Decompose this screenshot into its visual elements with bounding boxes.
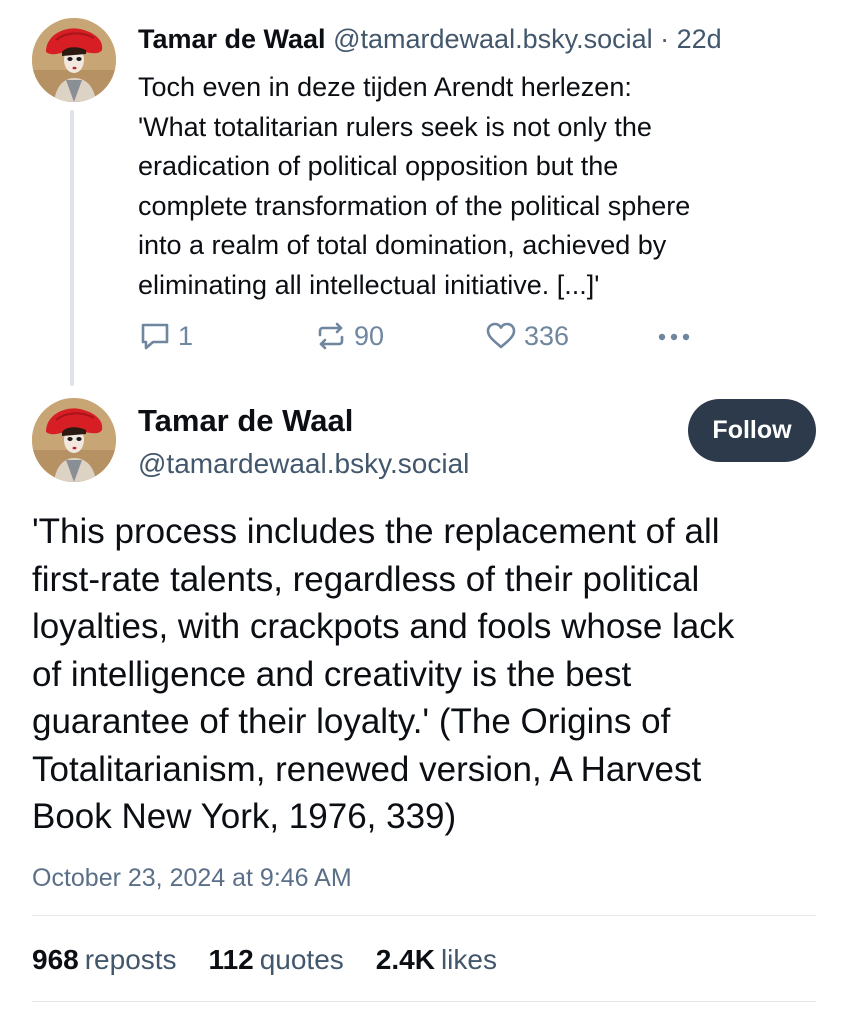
follow-button[interactable]: Follow <box>688 399 816 462</box>
quotes-label: quotes <box>259 944 344 975</box>
like-count: 336 <box>524 320 570 351</box>
parent-post-text[interactable]: Toch even in deze tijden Arendt herlezen… <box>138 68 828 305</box>
thread-connector-line <box>70 110 74 386</box>
main-post-text: 'This process includes the replacement o… <box>32 512 735 836</box>
divider <box>32 1001 816 1002</box>
parent-post-actions: 1 90 336 <box>138 316 698 356</box>
divider <box>32 915 816 916</box>
repost-button[interactable]: 90 <box>314 316 384 356</box>
avatar[interactable] <box>32 18 116 102</box>
likes-count: 2.4K <box>375 944 435 975</box>
like-button[interactable]: 336 <box>484 316 569 356</box>
post-timestamp: October 23, 2024 at 9:46 AM <box>32 864 352 892</box>
more-options-button[interactable] <box>654 316 694 356</box>
post-thread-view: Tamar de Waal @tamardewaal.bsky.social ·… <box>0 0 848 1024</box>
quotes-count: 112 <box>208 944 254 975</box>
parent-author-handle-and-age[interactable]: @tamardewaal.bsky.social · 22d <box>326 24 722 54</box>
main-author-handle[interactable]: @tamardewaal.bsky.social <box>138 446 469 482</box>
reply-icon <box>141 323 169 350</box>
repost-icon <box>318 322 344 350</box>
avatar-portrait-image <box>32 18 116 102</box>
post-stats: 968 reposts 112 quotes 2.4K likes <box>32 940 529 980</box>
reply-button[interactable]: 1 <box>138 316 193 356</box>
main-author-name[interactable]: Tamar de Waal <box>138 402 353 440</box>
likes-label: likes <box>440 944 497 975</box>
reply-count: 1 <box>178 320 194 351</box>
parent-author-name[interactable]: Tamar de Waal <box>138 24 326 54</box>
reposts-label: reposts <box>84 944 177 975</box>
reposts-stat[interactable]: 968 reposts <box>32 944 177 976</box>
likes-stat[interactable]: 2.4K likes <box>376 944 497 976</box>
avatar-portrait-image <box>32 398 116 482</box>
more-icon <box>658 333 690 341</box>
avatar[interactable] <box>32 398 116 482</box>
parent-post-header: Tamar de Waal @tamardewaal.bsky.social ·… <box>138 22 828 56</box>
reposts-count: 968 <box>32 944 79 975</box>
like-icon <box>486 322 516 349</box>
quotes-stat[interactable]: 112 quotes <box>209 944 344 976</box>
repost-count: 90 <box>354 320 385 351</box>
